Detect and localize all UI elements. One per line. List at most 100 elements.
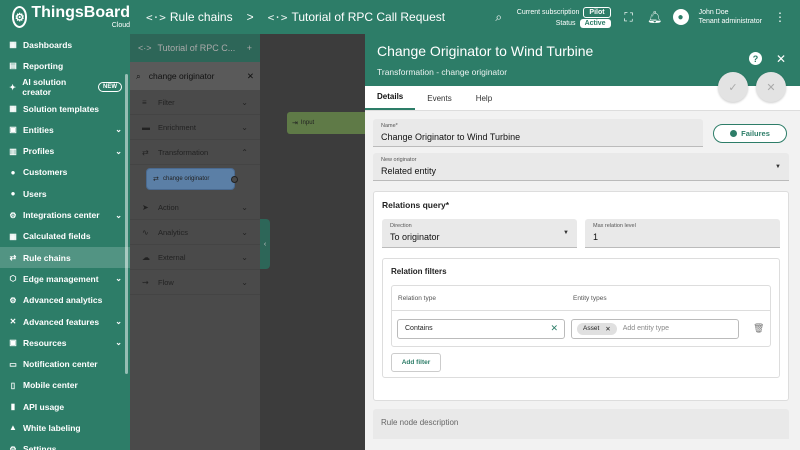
sidebar-item-calculated-fields[interactable]: ▦ Calculated fields bbox=[0, 226, 130, 247]
fullscreen-icon[interactable]: ⛶ bbox=[621, 10, 637, 25]
tab-help[interactable]: Help bbox=[464, 94, 504, 110]
sidebar-item-dashboards[interactable]: ▦ Dashboards bbox=[0, 34, 130, 55]
search-icon: ⌕ bbox=[136, 70, 141, 81]
description-field[interactable]: Rule node description bbox=[373, 409, 789, 439]
tab-details[interactable]: Details bbox=[365, 92, 416, 110]
api-icon: ▮ bbox=[10, 402, 16, 412]
sidebar-item-users[interactable]: ● Users bbox=[0, 183, 130, 204]
sidebar-item-label: Mobile center bbox=[23, 380, 78, 391]
logo[interactable]: ⚙ ThingsBoard Cloud bbox=[0, 0, 130, 34]
sidebar-item-mobile-center[interactable]: ▯ Mobile center bbox=[0, 375, 130, 396]
library-category-label: Filter bbox=[158, 97, 175, 107]
filter-icon: ≡ bbox=[142, 97, 147, 107]
breadcrumb-rule-chains[interactable]: Rule chains bbox=[170, 10, 233, 24]
library-node-change-originator[interactable]: ⇄ change originator bbox=[146, 168, 238, 190]
close-icon[interactable]: ✕ bbox=[776, 52, 786, 66]
direction-select[interactable]: Direction To originator ▼ bbox=[382, 219, 577, 248]
mobile-icon: ▯ bbox=[10, 380, 16, 390]
subscription-badge[interactable]: Pilot bbox=[583, 6, 611, 18]
library-category-enrichment[interactable]: ▬ Enrichment ⌄ bbox=[130, 115, 260, 140]
panel-title: Change Originator to Wind Turbine bbox=[377, 43, 594, 59]
entity-types-input[interactable]: Asset ✕ Add entity type bbox=[571, 318, 739, 339]
search-icon[interactable]: ⌕ bbox=[491, 10, 507, 25]
library-category-filter[interactable]: ≡ Filter ⌄ bbox=[130, 90, 260, 115]
library-category-transformation[interactable]: ⇄ Transformation ⌃ bbox=[130, 140, 260, 165]
sidebar-item-customers[interactable]: ● Customers bbox=[0, 162, 130, 183]
sidebar-item-label: Dashboards bbox=[23, 39, 73, 50]
originator-select[interactable]: New originator Related entity ▼ bbox=[373, 153, 789, 181]
analytics-icon: ∿ bbox=[142, 227, 149, 237]
logo-sub: Cloud bbox=[111, 22, 130, 29]
sidebar-item-integrations-center[interactable]: ⚙ Integrations center ⌄ bbox=[0, 204, 130, 225]
tab-events[interactable]: Events bbox=[415, 94, 463, 110]
relations-query-title: Relations query* bbox=[382, 200, 450, 210]
library-category-label: Analytics bbox=[158, 227, 189, 237]
sidebar-item-label: Notification center bbox=[23, 359, 98, 370]
sidebar-item-entities[interactable]: ▣ Entities ⌄ bbox=[0, 119, 130, 140]
sidebar-item-settings[interactable]: ⚙ Settings bbox=[0, 439, 130, 450]
clear-search-icon[interactable]: ✕ bbox=[247, 71, 254, 82]
bell-icon[interactable]: 🔔︎ bbox=[647, 10, 663, 24]
sidebar-item-profiles[interactable]: ▥ Profiles ⌄ bbox=[0, 140, 130, 161]
sidebar-item-reporting[interactable]: ▤ Reporting bbox=[0, 55, 130, 76]
integrations-icon: ⚙ bbox=[9, 210, 17, 220]
library-category-flow[interactable]: ⇝ Flow ⌄ bbox=[130, 270, 260, 295]
sidebar-item-edge-management[interactable]: ⬡ Edge management ⌄ bbox=[0, 268, 130, 289]
library-search[interactable]: ⌕ change originator ✕ bbox=[130, 62, 260, 90]
avatar[interactable]: ● bbox=[672, 9, 689, 25]
sidebar-item-advanced-analytics[interactable]: ⚙ Advanced analytics bbox=[0, 290, 130, 311]
transform-icon: ⇄ bbox=[153, 176, 159, 183]
add-icon[interactable]: + bbox=[247, 43, 252, 53]
sidebar-item-label: Edge management bbox=[23, 273, 99, 284]
input-icon: ⇥ bbox=[292, 120, 298, 127]
chevron-up-icon: ⌃ bbox=[241, 147, 248, 157]
add-filter-button[interactable]: Add filter bbox=[391, 353, 441, 372]
relation-type-value: Contains bbox=[405, 325, 433, 332]
node-details-panel: Change Originator to Wind Turbine Transf… bbox=[365, 34, 800, 450]
failures-label: Failures bbox=[741, 128, 770, 138]
library-category-external[interactable]: ☁ External ⌄ bbox=[130, 245, 260, 270]
sidebar-item-solution-templates[interactable]: ▦ Solution templates bbox=[0, 98, 130, 119]
name-input[interactable]: Change Originator to Wind Turbine bbox=[381, 132, 695, 142]
clear-icon[interactable]: ✕ bbox=[550, 323, 558, 334]
input-node[interactable]: ⇥ Input bbox=[287, 112, 377, 134]
help-icon[interactable]: ? bbox=[748, 52, 762, 65]
failures-button[interactable]: Failures bbox=[713, 123, 787, 143]
library-category-analytics[interactable]: ∿ Analytics ⌄ bbox=[130, 220, 260, 245]
sidebar-item-advanced-features[interactable]: ✕ Advanced features ⌄ bbox=[0, 311, 130, 332]
user-info[interactable]: John Doe Tenant administrator bbox=[699, 8, 762, 26]
max-level-input[interactable]: 1 bbox=[593, 232, 772, 242]
entity-type-placeholder[interactable]: Add entity type bbox=[623, 325, 669, 332]
sidebar-item-notification-center[interactable]: ▭ Notification center bbox=[0, 353, 130, 374]
sidebar-item-white-labeling[interactable]: ▲ White labeling bbox=[0, 417, 130, 438]
max-level-field[interactable]: Max relation level 1 bbox=[585, 219, 780, 248]
library-header-title: Tutorial of RPC C... bbox=[157, 43, 236, 53]
search-input[interactable]: change originator bbox=[149, 71, 215, 81]
remove-chip-icon[interactable]: ✕ bbox=[605, 325, 610, 333]
delete-icon[interactable]: 🗑︎ bbox=[753, 323, 764, 334]
sidebar-item-ai-solution-creator[interactable]: ✦ AI solution creator NEW bbox=[0, 77, 130, 98]
apply-button[interactable]: ✓ bbox=[718, 72, 748, 102]
column-entity-types: Entity types bbox=[573, 294, 607, 302]
library-toggle-handle[interactable]: ‹ bbox=[260, 219, 270, 269]
sidebar-item-resources[interactable]: ▣ Resources ⌄ bbox=[0, 332, 130, 353]
sidebar-item-label: Customers bbox=[23, 167, 68, 178]
more-vert-icon[interactable]: ⋮ bbox=[772, 10, 788, 24]
profile-icon: ▥ bbox=[9, 146, 17, 156]
resources-icon: ▣ bbox=[9, 338, 17, 348]
relation-type-input[interactable]: Contains ✕ bbox=[397, 318, 565, 339]
grid-icon: ▦ bbox=[9, 104, 17, 114]
top-bar: ⚙ ThingsBoard Cloud <·> Rule chains > <·… bbox=[0, 0, 800, 34]
node-port[interactable] bbox=[231, 176, 238, 183]
rule-chain-canvas[interactable]: ⇥ Input ‹ bbox=[260, 34, 377, 450]
sidebar-item-api-usage[interactable]: ▮ API usage bbox=[0, 396, 130, 417]
chevron-down-icon: ⌄ bbox=[241, 122, 248, 132]
library-category-action[interactable]: ➤ Action ⌄ bbox=[130, 195, 260, 220]
name-field[interactable]: Name* Change Originator to Wind Turbine bbox=[373, 119, 703, 147]
sidebar-scrollbar[interactable] bbox=[125, 74, 128, 374]
sidebar-item-rule-chains[interactable]: ⇄ Rule chains bbox=[0, 246, 130, 269]
chevron-down-icon: ⌄ bbox=[241, 202, 248, 212]
library-category-label: Transformation bbox=[158, 147, 209, 157]
breadcrumb-separator: > bbox=[246, 10, 254, 24]
discard-button[interactable]: ✕ bbox=[756, 72, 786, 102]
